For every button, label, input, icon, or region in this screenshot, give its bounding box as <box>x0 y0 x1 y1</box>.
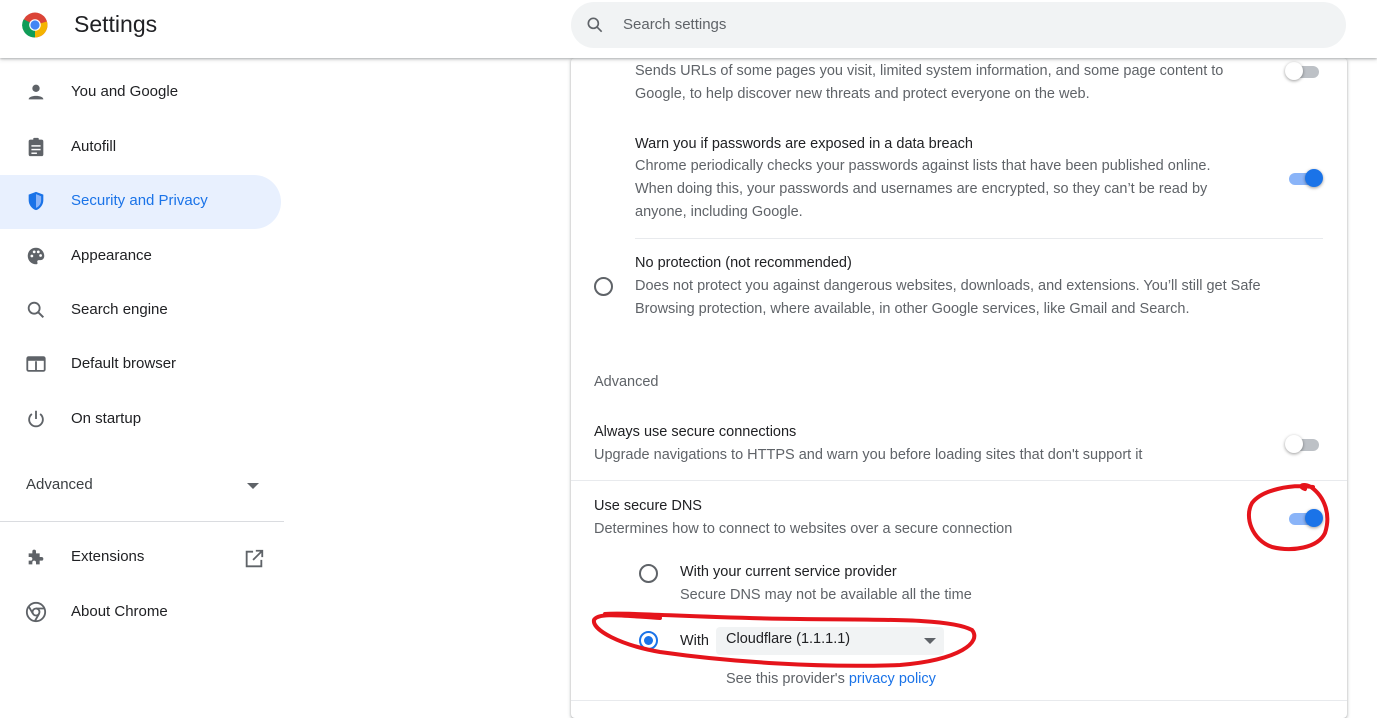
sidebar-item-label: About Chrome <box>71 603 168 620</box>
sidebar-item-label: You and Google <box>71 83 179 100</box>
enhanced-protection-description: Sends URLs of some pages you visit, limi… <box>635 63 1224 102</box>
search-placeholder: Search settings <box>623 16 727 33</box>
provider-note-text: See this provider's <box>726 671 845 687</box>
palette-icon <box>27 247 45 265</box>
clipboard-icon <box>28 137 44 157</box>
search-icon <box>587 17 603 33</box>
power-icon <box>28 410 44 428</box>
password-leak-title: Warn you if passwords are exposed in a d… <box>635 136 973 152</box>
provider-note: See this provider's privacy policy <box>726 668 936 691</box>
sidebar-item-extensions[interactable]: Extensions <box>0 531 281 585</box>
no-protection-radio[interactable] <box>594 277 613 296</box>
secure-dns-title: Use secure DNS <box>594 498 702 514</box>
sidebar-item-default-browser[interactable]: Default browser <box>0 338 281 392</box>
divider <box>635 238 1323 239</box>
password-leak-description: Chrome periodically checks your password… <box>635 158 1211 220</box>
secure-dns-description: Determines how to connect to websites ov… <box>594 521 1013 537</box>
sidebar-item-label: Security and Privacy <box>71 192 208 209</box>
https-only-description: Upgrade navigations to HTTPS and warn yo… <box>594 447 1143 463</box>
browser-window-icon <box>26 356 46 372</box>
sidebar-item-on-startup[interactable]: On startup <box>0 393 281 447</box>
sidebar-item-security-and-privacy[interactable]: Security and Privacy <box>0 175 281 229</box>
sidebar-item-label: Autofill <box>71 138 117 155</box>
dns-provider-value: Cloudflare (1.1.1.1) <box>726 631 851 647</box>
no-protection-description: Does not protect you against dangerous w… <box>635 278 1261 317</box>
sidebar-item-label: Extensions <box>71 548 145 565</box>
dns-current-provider-radio[interactable] <box>639 564 658 583</box>
search-icon <box>27 301 45 319</box>
divider <box>571 480 1347 481</box>
person-icon <box>28 84 44 100</box>
puzzle-icon <box>28 549 44 565</box>
dns-with-label: With <box>680 633 709 649</box>
chevron-down-icon[interactable] <box>247 483 259 489</box>
divider <box>571 700 1347 701</box>
sidebar-item-label: Default browser <box>71 355 177 372</box>
sidebar-item-about-chrome[interactable]: About Chrome <box>0 586 281 640</box>
sidebar-item-search-engine[interactable]: Search engine <box>0 284 281 338</box>
enhanced-protection-toggle[interactable] <box>1285 61 1321 81</box>
sidebar-item-label: Appearance <box>71 247 152 264</box>
chevron-down-icon <box>924 638 936 644</box>
chrome-logo-icon[interactable] <box>22 12 48 38</box>
privacy-policy-link[interactable]: privacy policy <box>849 671 936 687</box>
shield-icon <box>28 191 44 211</box>
secure-dns-toggle[interactable] <box>1287 508 1323 528</box>
app-title: Settings <box>74 11 158 37</box>
advanced-section-heading: Advanced <box>594 374 659 390</box>
no-protection-title: No protection (not recommended) <box>635 255 852 271</box>
search-settings-input[interactable]: Search settings <box>571 2 1346 48</box>
top-toolbar: Settings Search settings <box>0 0 1377 58</box>
dns-current-provider-title: With your current service provider <box>680 564 897 580</box>
sidebar-item-autofill[interactable]: Autofill <box>0 121 281 175</box>
password-leak-toggle[interactable] <box>1287 168 1323 188</box>
dns-custom-provider-radio[interactable] <box>639 631 658 650</box>
sidebar-item-label: Search engine <box>71 301 168 318</box>
sidebar-item-you-and-google[interactable]: You and Google <box>0 66 281 120</box>
sidebar-item-appearance[interactable]: Appearance <box>0 230 281 284</box>
dns-provider-select[interactable]: Cloudflare (1.1.1.1) <box>716 627 944 655</box>
chrome-logo-icon <box>25 601 47 623</box>
open-in-new-icon[interactable] <box>243 548 265 570</box>
divider <box>0 521 284 522</box>
dns-current-provider-description: Secure DNS may not be available all the … <box>680 587 972 603</box>
sidebar-item-label: On startup <box>71 410 142 427</box>
sidebar-nav: You and Google Autofill Security and Pri… <box>0 58 284 708</box>
https-only-title: Always use secure connections <box>594 424 797 440</box>
sidebar-advanced-toggle[interactable]: Advanced <box>26 476 93 493</box>
https-only-toggle[interactable] <box>1285 434 1321 454</box>
